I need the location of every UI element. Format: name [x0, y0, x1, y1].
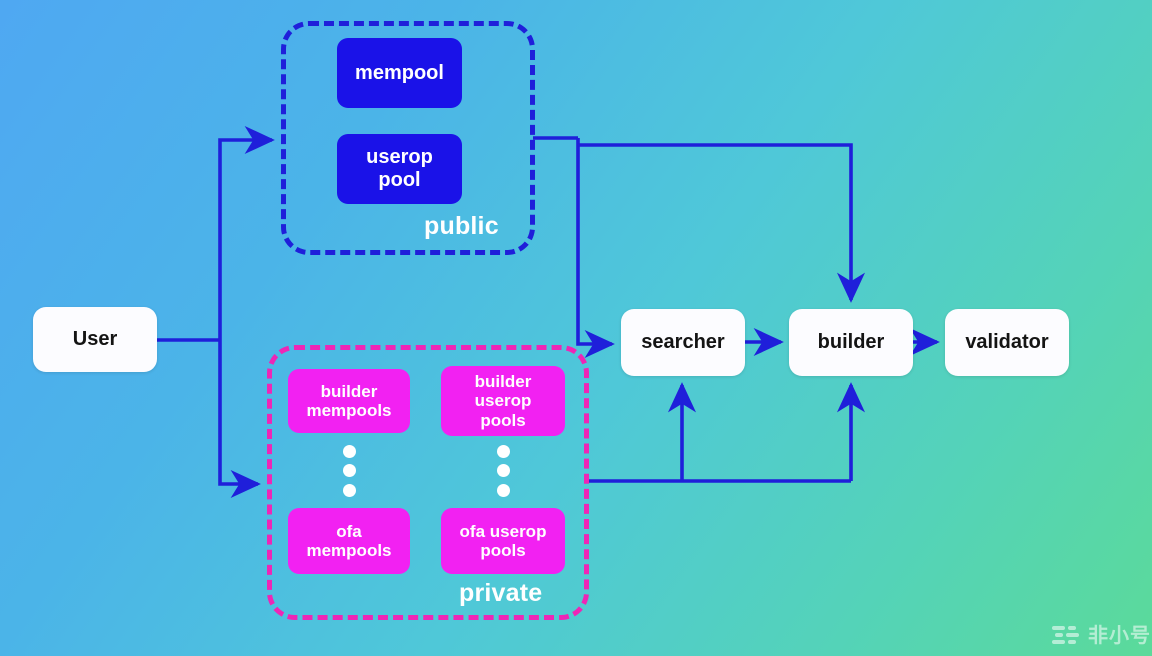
node-userop-pool-label-line1: userop [366, 146, 433, 169]
node-builder-mempools-line1: builder [320, 381, 378, 401]
node-user-label: User [72, 328, 118, 351]
ellipsis-dot [343, 484, 356, 497]
node-userop-pool[interactable]: userop pool [337, 134, 462, 204]
node-searcher-label: searcher [641, 331, 725, 354]
node-searcher[interactable]: searcher [621, 309, 745, 376]
wire-public-to-searcher [576, 138, 615, 359]
diagram-canvas: public mempool userop pool private build… [0, 0, 1152, 656]
node-ofa-mempools-line1: ofa [336, 521, 362, 541]
wire-user-to-private [218, 340, 261, 499]
watermark-logo-icon [1052, 623, 1082, 645]
node-builder-userop-pools-line2: userop [474, 391, 532, 411]
node-builder-mempools-line2: mempools [306, 401, 392, 420]
node-validator[interactable]: validator [945, 309, 1069, 376]
watermark: 非小号 [1052, 619, 1151, 648]
node-ofa-userop-pools-line2: pools [480, 541, 526, 560]
ellipsis-dot [497, 484, 510, 497]
watermark-text: 非小号 [1088, 625, 1151, 647]
node-ofa-userop-pools-line1: ofa userop [459, 521, 547, 541]
node-builder[interactable]: builder [789, 309, 913, 376]
node-user[interactable]: User [33, 307, 157, 372]
wire-public-to-builder [578, 143, 866, 303]
node-builder-mempools[interactable]: builder mempools [288, 369, 410, 433]
node-ofa-userop-pools[interactable]: ofa userop pools [441, 508, 565, 574]
node-ofa-mempools-line2: mempools [306, 541, 392, 560]
node-builder-label: builder [817, 331, 885, 354]
group-private-label: private [459, 579, 543, 607]
node-builder-userop-pools[interactable]: builder userop pools [441, 366, 565, 436]
group-public-label: public [424, 212, 499, 240]
ellipsis-dot [497, 464, 510, 477]
ellipsis-dot [343, 464, 356, 477]
node-validator-label: validator [965, 331, 1049, 354]
node-builder-userop-pools-line1: builder [474, 371, 532, 391]
node-userop-pool-label-line2: pool [378, 169, 421, 191]
node-mempool[interactable]: mempool [337, 38, 462, 108]
node-mempool-label: mempool [355, 61, 444, 84]
wire-user-to-public [218, 125, 275, 340]
ellipsis-dot [497, 445, 510, 458]
node-ofa-mempools[interactable]: ofa mempools [288, 508, 410, 574]
node-builder-userop-pools-line3: pools [480, 410, 526, 430]
ellipsis-dot [343, 445, 356, 458]
